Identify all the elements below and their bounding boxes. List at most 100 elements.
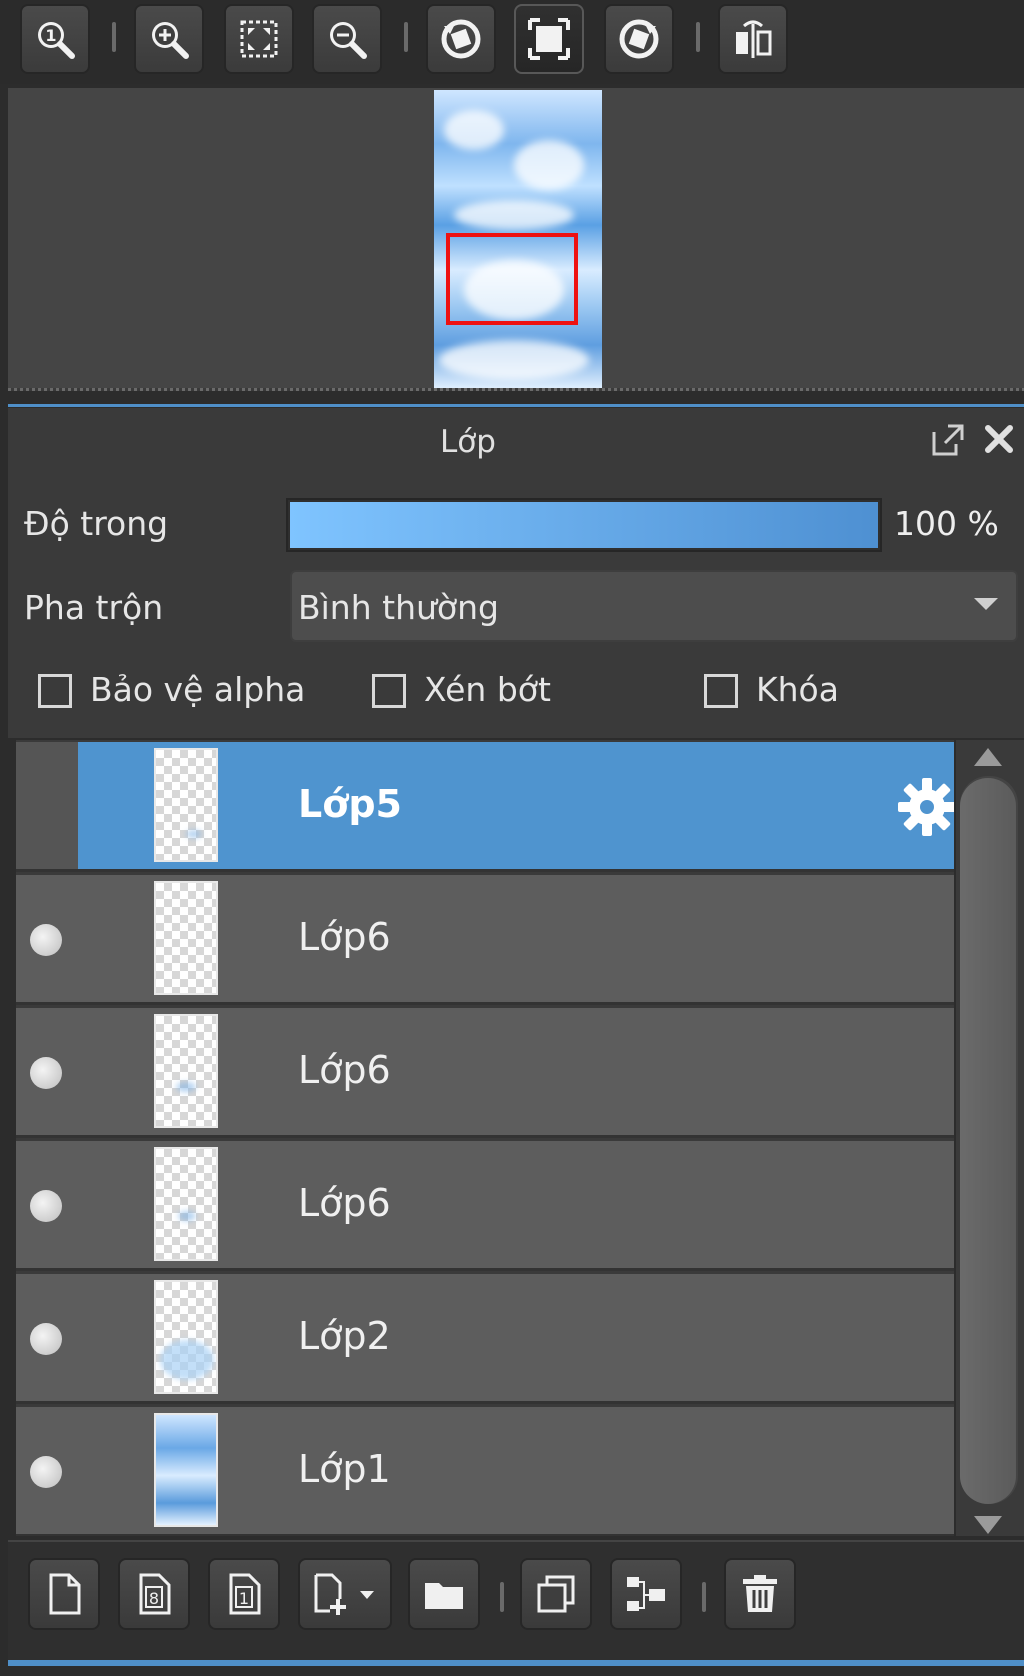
visibility-dot-icon	[30, 924, 62, 956]
visibility-toggle[interactable]	[16, 1008, 78, 1135]
merge-down-icon	[627, 1577, 665, 1611]
zoom-out-button[interactable]	[312, 4, 382, 74]
rotate-left-button[interactable]	[426, 4, 496, 74]
clipping-label: Xén bớt	[424, 670, 551, 709]
visibility-dot-icon	[30, 1057, 62, 1089]
layer-thumbnail	[154, 748, 218, 862]
duplicate-icon	[537, 1575, 575, 1613]
toolbar-separator	[404, 22, 408, 52]
lock-checkbox[interactable]	[704, 674, 738, 708]
viewport-rectangle[interactable]	[446, 233, 578, 325]
rotate-left-icon	[441, 19, 481, 59]
add-page-dropdown-icon	[314, 1573, 374, 1615]
visibility-toggle[interactable]	[16, 875, 78, 1002]
layer-name: Lớp5	[298, 782, 402, 826]
panel-accent-line	[8, 404, 1024, 407]
scroll-thumb[interactable]	[960, 778, 1016, 1504]
layer-name: Lớp1	[298, 1447, 391, 1491]
layer-list: Lớp5 Lớp6 Lớp6 Lớp6 Lớp2 Lớp1	[16, 740, 954, 1536]
navigator-toolbar: 1	[0, 0, 1024, 84]
visibility-toggle[interactable]	[16, 1407, 78, 1534]
layer-panel-header: Lớp	[8, 408, 1024, 476]
flip-horizontal-icon	[736, 20, 772, 58]
add-layer-menu-button[interactable]	[298, 1558, 392, 1630]
layer-thumbnail	[154, 1280, 218, 1394]
zoom-one-icon: 1	[38, 22, 75, 59]
layer-actions-toolbar: 8 1	[8, 1540, 1024, 1660]
popout-icon[interactable]	[930, 422, 966, 458]
chevron-down-icon	[974, 598, 998, 610]
opacity-slider-fill	[290, 502, 878, 548]
scroll-down-arrow-icon[interactable]	[974, 1516, 1002, 1534]
layer-name: Lớp2	[298, 1314, 391, 1358]
toolbar-separator	[112, 22, 116, 52]
reset-view-icon	[528, 18, 570, 60]
new-folder-button[interactable]	[408, 1558, 480, 1630]
new-layer-button[interactable]	[28, 1558, 100, 1630]
visibility-dot-icon	[30, 1190, 62, 1222]
layer-thumbnail	[154, 881, 218, 995]
visibility-dot-icon	[30, 1456, 62, 1488]
layer-row[interactable]: Lớp6	[16, 1141, 954, 1271]
visibility-toggle[interactable]	[16, 1141, 78, 1268]
zoom-in-icon	[152, 22, 189, 59]
zoom-in-button[interactable]	[134, 4, 204, 74]
page-8-icon: 8	[139, 1573, 171, 1615]
toolbar-separator	[696, 22, 700, 52]
new-8bit-layer-button[interactable]: 8	[118, 1558, 190, 1630]
svg-text:1: 1	[45, 26, 56, 45]
toolbar-separator	[702, 1582, 706, 1612]
protect-alpha-label: Bảo vệ alpha	[90, 670, 306, 709]
new-page-icon	[49, 1573, 81, 1615]
blend-mode-value: Bình thường	[298, 588, 499, 627]
zoom-out-icon	[330, 22, 367, 59]
svg-text:8: 8	[149, 1589, 159, 1608]
layer-name: Lớp6	[298, 1048, 391, 1092]
layer-row[interactable]: Lớp6	[16, 1008, 954, 1138]
layer-list-scrollbar[interactable]	[956, 740, 1024, 1536]
visibility-toggle[interactable]	[16, 742, 78, 869]
lock-label: Khóa	[756, 670, 839, 709]
protect-alpha-checkbox[interactable]	[38, 674, 72, 708]
visibility-toggle[interactable]	[16, 1274, 78, 1401]
layer-name: Lớp6	[298, 915, 391, 959]
zoom-actual-size-button[interactable]: 1	[20, 4, 90, 74]
layer-thumbnail	[154, 1147, 218, 1261]
page-1-icon: 1	[229, 1573, 261, 1615]
layer-row[interactable]: Lớp2	[16, 1274, 954, 1404]
clipping-checkbox[interactable]	[372, 674, 406, 708]
layer-thumbnail	[154, 1014, 218, 1128]
fit-screen-icon	[240, 20, 278, 58]
divider	[8, 388, 1024, 391]
toolbar-separator	[500, 1582, 504, 1612]
panel-title: Lớp	[440, 424, 496, 460]
svg-text:1: 1	[239, 1589, 249, 1608]
layer-row[interactable]: Lớp1	[16, 1407, 954, 1536]
new-1bit-layer-button[interactable]: 1	[208, 1558, 280, 1630]
blend-mode-select[interactable]: Bình thường	[290, 570, 1018, 642]
opacity-slider[interactable]	[286, 498, 882, 552]
flip-horizontal-button[interactable]	[718, 4, 788, 74]
merge-down-button[interactable]	[610, 1558, 682, 1630]
opacity-label: Độ trong	[24, 504, 169, 543]
trash-icon	[743, 1575, 777, 1612]
rotate-right-icon	[619, 19, 659, 59]
visibility-dot-icon	[30, 1323, 62, 1355]
duplicate-layer-button[interactable]	[520, 1558, 592, 1630]
scroll-up-arrow-icon[interactable]	[974, 748, 1002, 766]
blend-mode-label: Pha trộn	[24, 588, 164, 627]
opacity-value: 100 %	[894, 504, 999, 543]
gear-icon[interactable]	[896, 776, 954, 838]
layer-thumbnail	[154, 1413, 218, 1527]
layer-properties: Độ trong 100 % Pha trộn Bình thường Bảo …	[8, 476, 1024, 738]
fit-to-window-button[interactable]	[224, 4, 294, 74]
delete-layer-button[interactable]	[724, 1558, 796, 1630]
folder-icon	[425, 1583, 463, 1609]
layer-row[interactable]: Lớp5	[16, 742, 954, 872]
reset-view-button[interactable]	[514, 4, 584, 74]
rotate-right-button[interactable]	[604, 4, 674, 74]
layer-name: Lớp6	[298, 1181, 391, 1225]
panel-accent-line	[8, 1660, 1024, 1666]
layer-row[interactable]: Lớp6	[16, 875, 954, 1005]
close-icon[interactable]	[982, 422, 1016, 456]
